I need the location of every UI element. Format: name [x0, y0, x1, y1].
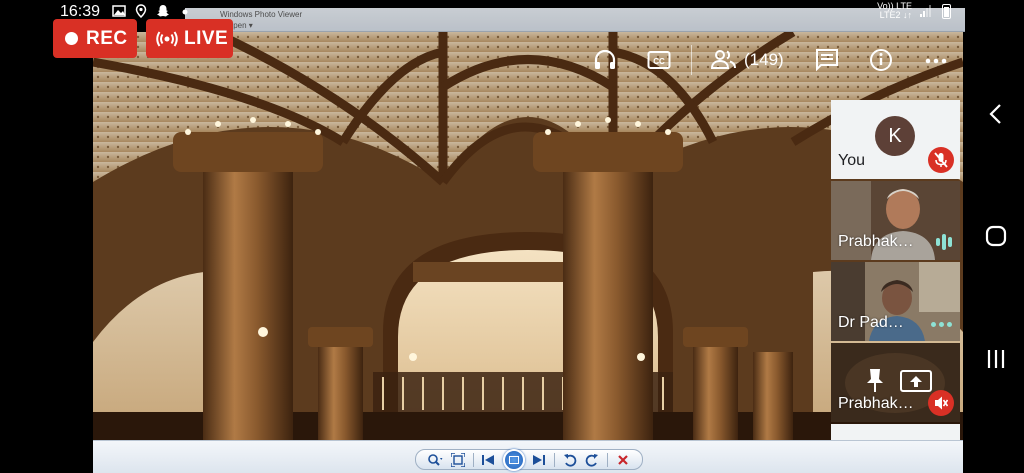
- image-icon: [112, 5, 126, 17]
- headphones-button[interactable]: [592, 44, 618, 76]
- viewer-controls: [415, 448, 643, 471]
- captions-icon: CC: [647, 51, 671, 69]
- speaking-indicator-icon: [936, 234, 952, 250]
- chat-icon: [816, 49, 838, 72]
- participants-count: (149): [744, 50, 784, 69]
- network-bottom: LTE2 ↓↑: [879, 10, 912, 20]
- previous-icon[interactable]: [480, 453, 496, 467]
- delete-icon[interactable]: [615, 453, 631, 467]
- next-icon[interactable]: [531, 453, 547, 467]
- live-broadcast-icon: [156, 30, 178, 48]
- home-icon: [985, 225, 1007, 247]
- fit-icon[interactable]: [450, 452, 466, 467]
- people-button[interactable]: (149): [710, 44, 784, 76]
- participant-tiles: K You Prabhak… Dr Pad… Prabhak…: [831, 100, 960, 473]
- participant-name: Prabhak…: [838, 395, 914, 412]
- toolbar-divider: [472, 452, 474, 467]
- participant-tile[interactable]: Prabhak…: [831, 343, 960, 422]
- participant-tile[interactable]: Prabhak…: [831, 181, 960, 260]
- network-indicator: Vo)) LTE LTE2 ↓↑: [877, 2, 912, 20]
- zoom-icon[interactable]: [427, 453, 443, 467]
- captions-button[interactable]: CC: [646, 44, 672, 76]
- svg-text:CC: CC: [653, 57, 665, 66]
- recording-badge: REC: [53, 19, 137, 58]
- rec-label: REC: [86, 27, 128, 49]
- status-icons: [112, 4, 192, 18]
- more-dots-icon: [931, 322, 952, 327]
- chat-button[interactable]: [814, 44, 840, 76]
- status-right: Vo)) LTE LTE2 ↓↑: [877, 2, 951, 20]
- live-badge: LIVE: [146, 19, 233, 58]
- back-button[interactable]: [982, 100, 1010, 128]
- more-icon: [925, 58, 947, 64]
- present-icon[interactable]: [900, 370, 932, 396]
- participant-name: Dr Pad…: [838, 314, 904, 331]
- controls-divider: [691, 45, 692, 75]
- mic-off-icon: [928, 147, 954, 173]
- pin-icon[interactable]: [864, 367, 886, 393]
- dot-icon: [182, 9, 188, 15]
- participant-tile[interactable]: Dr Pad…: [831, 262, 960, 341]
- more-options-button[interactable]: [924, 44, 948, 76]
- record-dot-icon: [65, 32, 78, 45]
- location-icon: [135, 4, 147, 18]
- toolbar-divider: [606, 452, 608, 467]
- headphones-icon: [594, 49, 616, 69]
- android-nav-bar: [968, 0, 1024, 473]
- participant-name: Prabhak…: [838, 233, 914, 250]
- info-icon: [870, 49, 892, 71]
- snapchat-icon: [157, 5, 169, 17]
- toolbar-divider: [554, 452, 556, 467]
- live-label: LIVE: [184, 27, 229, 49]
- recents-icon: [987, 350, 1005, 368]
- battery-icon: [942, 3, 951, 19]
- participant-tile-you[interactable]: K You: [831, 100, 960, 179]
- viewer-toolbar: [93, 440, 963, 473]
- avatar: K: [875, 116, 915, 156]
- home-button[interactable]: [982, 222, 1010, 250]
- people-icon: [710, 50, 736, 69]
- signal-icon: [920, 5, 934, 17]
- meeting-controls: CC (149): [590, 44, 960, 76]
- participant-name: You: [838, 152, 865, 169]
- slideshow-icon[interactable]: [502, 448, 525, 471]
- back-icon: [989, 104, 1001, 124]
- info-button[interactable]: [868, 44, 894, 76]
- recents-button[interactable]: [982, 345, 1010, 373]
- mic-off-icon: [928, 390, 954, 416]
- rotate-right-icon[interactable]: [584, 453, 600, 467]
- rotate-left-icon[interactable]: [562, 453, 578, 467]
